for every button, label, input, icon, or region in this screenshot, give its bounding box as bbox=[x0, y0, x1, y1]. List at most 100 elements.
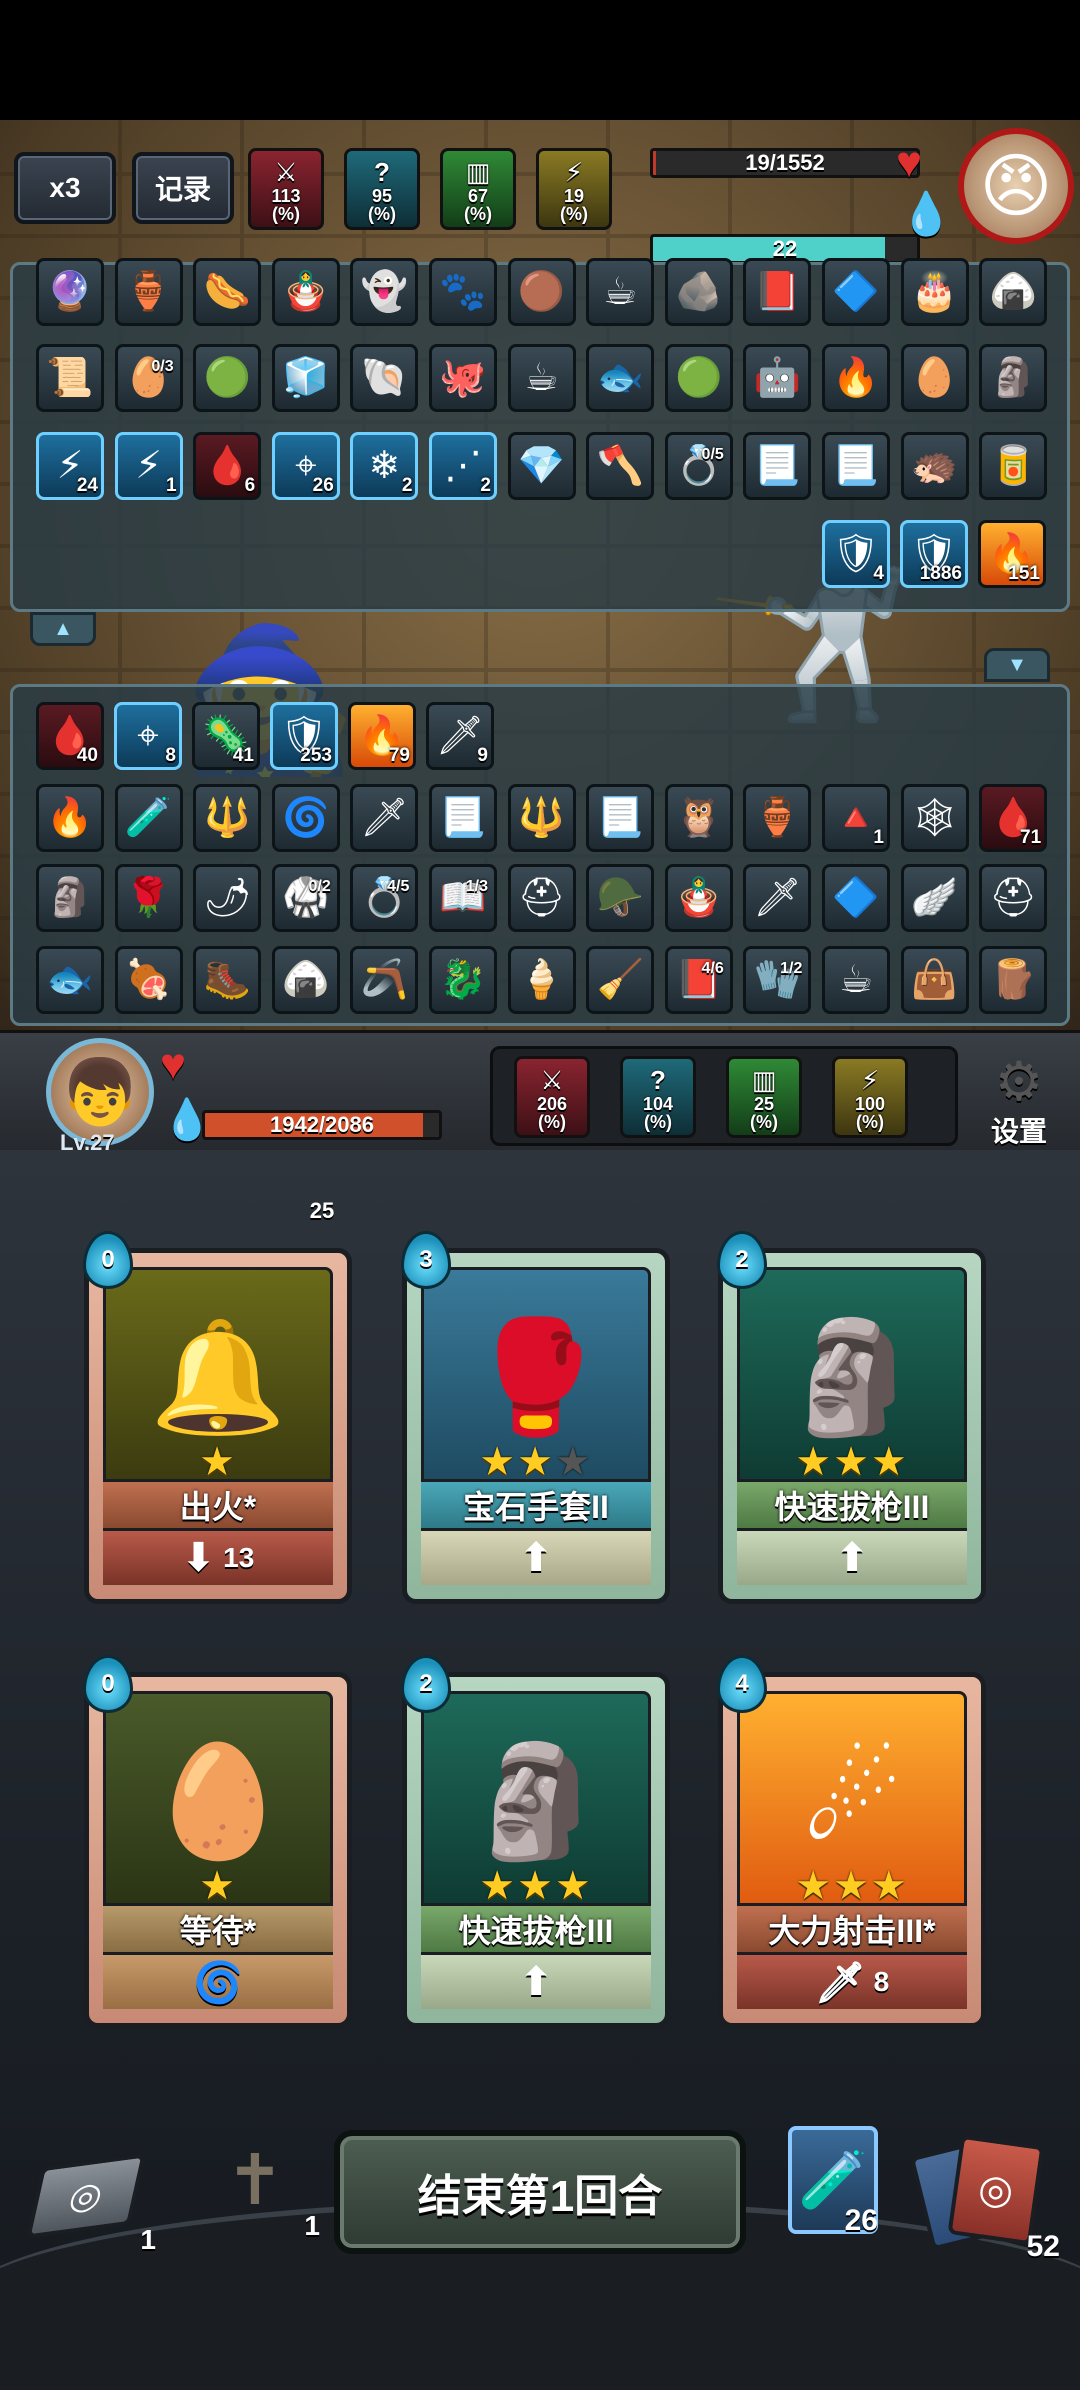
record-button[interactable]: 记录 bbox=[132, 152, 234, 224]
enemy-item-slot[interactable]: 🔥 bbox=[822, 344, 890, 412]
player-buff-slot[interactable]: 🦠 41 bbox=[192, 702, 260, 770]
graveyard-button[interactable]: ✝ 1 bbox=[190, 2130, 320, 2241]
potion-button[interactable]: 🧪 26 bbox=[788, 2126, 878, 2237]
enemy-item-slot[interactable]: 🗿 bbox=[979, 344, 1048, 412]
player-item-slot[interactable]: 🧪 bbox=[114, 784, 183, 852]
player-item-slot[interactable]: 📃 bbox=[586, 784, 655, 852]
player-buff-slot[interactable]: 🛡 253 bbox=[270, 702, 338, 770]
enemy-item-slot[interactable]: 📃 bbox=[743, 432, 812, 500]
player-buff-slot[interactable]: 🔥 79 bbox=[348, 702, 416, 770]
player-item-slot[interactable]: 🐉 bbox=[429, 946, 497, 1014]
player-item-slot[interactable]: ☕ bbox=[822, 946, 890, 1014]
player-item-slot[interactable]: 🪽 bbox=[900, 864, 969, 932]
enemy-item-slot[interactable]: 📃 bbox=[822, 432, 890, 500]
enemy-item-slot[interactable]: ☕ bbox=[507, 344, 576, 412]
enemy-buff-slot[interactable]: 🔥 151 bbox=[978, 520, 1046, 588]
enemy-item-slot[interactable]: 🪨 bbox=[664, 258, 733, 326]
player-item-slot[interactable]: ⛑ bbox=[507, 864, 576, 932]
enemy-item-slot[interactable]: 🔮 bbox=[36, 258, 104, 326]
player-item-slot[interactable]: 🔱 bbox=[507, 784, 576, 852]
enemy-item-slot[interactable]: 🟢 bbox=[193, 344, 262, 412]
enemy-item-slot[interactable]: ☕ bbox=[586, 258, 655, 326]
hand-card[interactable]: ☄ ★★★ 大力射击III* 🗡 8 4 bbox=[717, 1655, 986, 2028]
player-item-slot[interactable]: 🐟 bbox=[36, 946, 104, 1014]
player-item-slot[interactable]: 💍 4/5 bbox=[350, 864, 419, 932]
expand-player-panel-button[interactable]: ▼ bbox=[984, 648, 1050, 682]
enemy-avatar[interactable]: 😠 bbox=[958, 128, 1074, 244]
player-item-slot[interactable]: 🏺 bbox=[743, 784, 812, 852]
player-item-slot[interactable]: 🥋 0/2 bbox=[271, 864, 340, 932]
player-item-slot[interactable]: 🔷 bbox=[822, 864, 890, 932]
player-item-slot[interactable]: 🌶 bbox=[193, 864, 262, 932]
collapse-enemy-panel-button[interactable]: ▲ bbox=[30, 612, 96, 646]
enemy-item-slot[interactable]: 👻 bbox=[350, 258, 419, 326]
player-buff-slot[interactable]: 🩸 40 bbox=[36, 702, 104, 770]
player-item-slot[interactable]: 🌹 bbox=[114, 864, 183, 932]
discard-pile-button[interactable]: ◎ 52 bbox=[909, 2134, 1060, 2263]
enemy-item-slot[interactable]: 🌭 bbox=[193, 258, 262, 326]
player-item-slot[interactable]: 🌀 bbox=[271, 784, 340, 852]
enemy-item-slot[interactable]: 💍 0/5 bbox=[664, 432, 733, 500]
player-item-slot[interactable]: 🔺 1 bbox=[822, 784, 890, 852]
hand-card[interactable]: 🥚 ★ 等待* 🌀 0 bbox=[83, 1655, 352, 2028]
enemy-item-slot[interactable]: 🩸 6 bbox=[193, 432, 262, 500]
hand-card[interactable]: 🔔 ★ 出火* ⬇ 13 0 bbox=[83, 1231, 352, 1604]
enemy-item-slot[interactable]: 📜 bbox=[36, 344, 104, 412]
hand-card[interactable]: 🥊 ★★★ 宝石手套II ⬆ 3 bbox=[401, 1231, 670, 1604]
player-item-slot[interactable]: 👜 bbox=[900, 946, 969, 1014]
enemy-item-slot[interactable]: ⌖ 26 bbox=[271, 432, 340, 500]
player-buff-slot[interactable]: ⌖ 8 bbox=[114, 702, 182, 770]
player-item-slot[interactable]: 🪖 bbox=[586, 864, 655, 932]
enemy-item-slot[interactable]: 🎂 bbox=[900, 258, 969, 326]
end-turn-button[interactable]: 结束第1回合 bbox=[334, 2130, 746, 2254]
enemy-item-slot[interactable]: 🥚 bbox=[900, 344, 969, 412]
player-item-slot[interactable]: 🧤 1/2 bbox=[743, 946, 812, 1014]
player-item-slot[interactable]: 🪵 bbox=[979, 946, 1048, 1014]
enemy-item-slot[interactable]: 🥫 bbox=[979, 432, 1048, 500]
player-item-slot[interactable]: 📖 1/3 bbox=[429, 864, 497, 932]
player-item-slot[interactable]: 🗿 bbox=[36, 864, 104, 932]
player-item-slot[interactable]: 🩸 71 bbox=[979, 784, 1048, 852]
enemy-item-slot[interactable]: 🔷 bbox=[822, 258, 890, 326]
enemy-item-slot[interactable]: 🟤 bbox=[507, 258, 576, 326]
player-item-slot[interactable]: 🪆 bbox=[664, 864, 733, 932]
enemy-item-slot[interactable]: 🍙 bbox=[979, 258, 1048, 326]
player-item-slot[interactable]: 🍦 bbox=[507, 946, 576, 1014]
player-item-slot[interactable]: 🍖 bbox=[114, 946, 183, 1014]
enemy-item-slot[interactable]: 🤖 bbox=[743, 344, 812, 412]
player-item-slot[interactable]: 🔥 bbox=[36, 784, 104, 852]
player-item-slot[interactable]: 🗡 bbox=[350, 784, 419, 852]
enemy-item-slot[interactable]: ❄ 2 bbox=[350, 432, 419, 500]
hand-card[interactable]: 🗿 ★★★ 快速拔枪III ⬆ 2 bbox=[717, 1231, 986, 1604]
enemy-item-slot[interactable]: ⋰ 2 bbox=[429, 432, 497, 500]
draw-pile-button[interactable]: ◎ 1 bbox=[25, 2153, 156, 2255]
enemy-item-slot[interactable]: 🪓 bbox=[586, 432, 655, 500]
enemy-item-slot[interactable]: 🏺 bbox=[114, 258, 183, 326]
enemy-item-slot[interactable]: 🐾 bbox=[429, 258, 497, 326]
player-item-slot[interactable]: 📕 4/6 bbox=[664, 946, 733, 1014]
player-buff-slot[interactable]: 🗡 9 bbox=[426, 702, 494, 770]
enemy-item-slot[interactable]: 🪆 bbox=[271, 258, 340, 326]
player-item-slot[interactable]: 🦉 bbox=[664, 784, 733, 852]
enemy-item-slot[interactable]: 💎 bbox=[507, 432, 576, 500]
player-item-slot[interactable]: 🥾 bbox=[193, 946, 262, 1014]
enemy-item-slot[interactable]: 🧊 bbox=[271, 344, 340, 412]
enemy-item-slot[interactable]: 🟢 bbox=[664, 344, 733, 412]
enemy-item-slot[interactable]: 🐚 bbox=[350, 344, 419, 412]
player-item-slot[interactable]: 🍙 bbox=[271, 946, 340, 1014]
hand-card[interactable]: 🗿 ★★★ 快速拔枪III ⬆ 2 bbox=[401, 1655, 670, 2028]
enemy-item-slot[interactable]: 📕 bbox=[743, 258, 812, 326]
player-item-slot[interactable]: ⛑ bbox=[979, 864, 1048, 932]
speed-button[interactable]: x3 bbox=[14, 152, 116, 224]
enemy-item-slot[interactable]: ⚡ 1 bbox=[114, 432, 183, 500]
player-item-slot[interactable]: 🗡 bbox=[743, 864, 812, 932]
player-item-slot[interactable]: 🕸 bbox=[900, 784, 969, 852]
enemy-buff-slot[interactable]: 🛡 1886 bbox=[900, 520, 968, 588]
player-item-slot[interactable]: 🪃 bbox=[350, 946, 419, 1014]
enemy-item-slot[interactable]: 🦔 bbox=[900, 432, 969, 500]
player-item-slot[interactable]: 🔱 bbox=[193, 784, 262, 852]
enemy-item-slot[interactable]: 🐙 bbox=[429, 344, 497, 412]
settings-button[interactable]: ⚙ 设置 bbox=[974, 1054, 1064, 1147]
enemy-buff-slot[interactable]: 🛡 4 bbox=[822, 520, 890, 588]
player-item-slot[interactable]: 🧹 bbox=[586, 946, 655, 1014]
